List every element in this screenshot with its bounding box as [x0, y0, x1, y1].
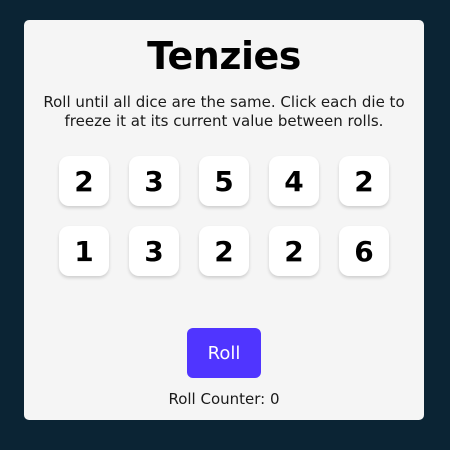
game-card: Tenzies Roll until all dice are the same… [24, 20, 424, 420]
page-title: Tenzies [147, 34, 301, 78]
roll-counter: Roll Counter: 0 [168, 390, 280, 408]
die-7[interactable]: 3 [129, 226, 179, 276]
die-10[interactable]: 6 [339, 226, 389, 276]
die-3[interactable]: 5 [199, 156, 249, 206]
die-6[interactable]: 1 [59, 226, 109, 276]
die-9[interactable]: 2 [269, 226, 319, 276]
die-1[interactable]: 2 [59, 156, 109, 206]
instructions-text: Roll until all dice are the same. Click … [43, 93, 405, 130]
die-8[interactable]: 2 [199, 226, 249, 276]
dice-grid: 2 3 5 4 2 1 3 2 2 6 [59, 156, 389, 276]
die-2[interactable]: 3 [129, 156, 179, 206]
die-4[interactable]: 4 [269, 156, 319, 206]
roll-button[interactable]: Roll [187, 328, 261, 378]
die-5[interactable]: 2 [339, 156, 389, 206]
